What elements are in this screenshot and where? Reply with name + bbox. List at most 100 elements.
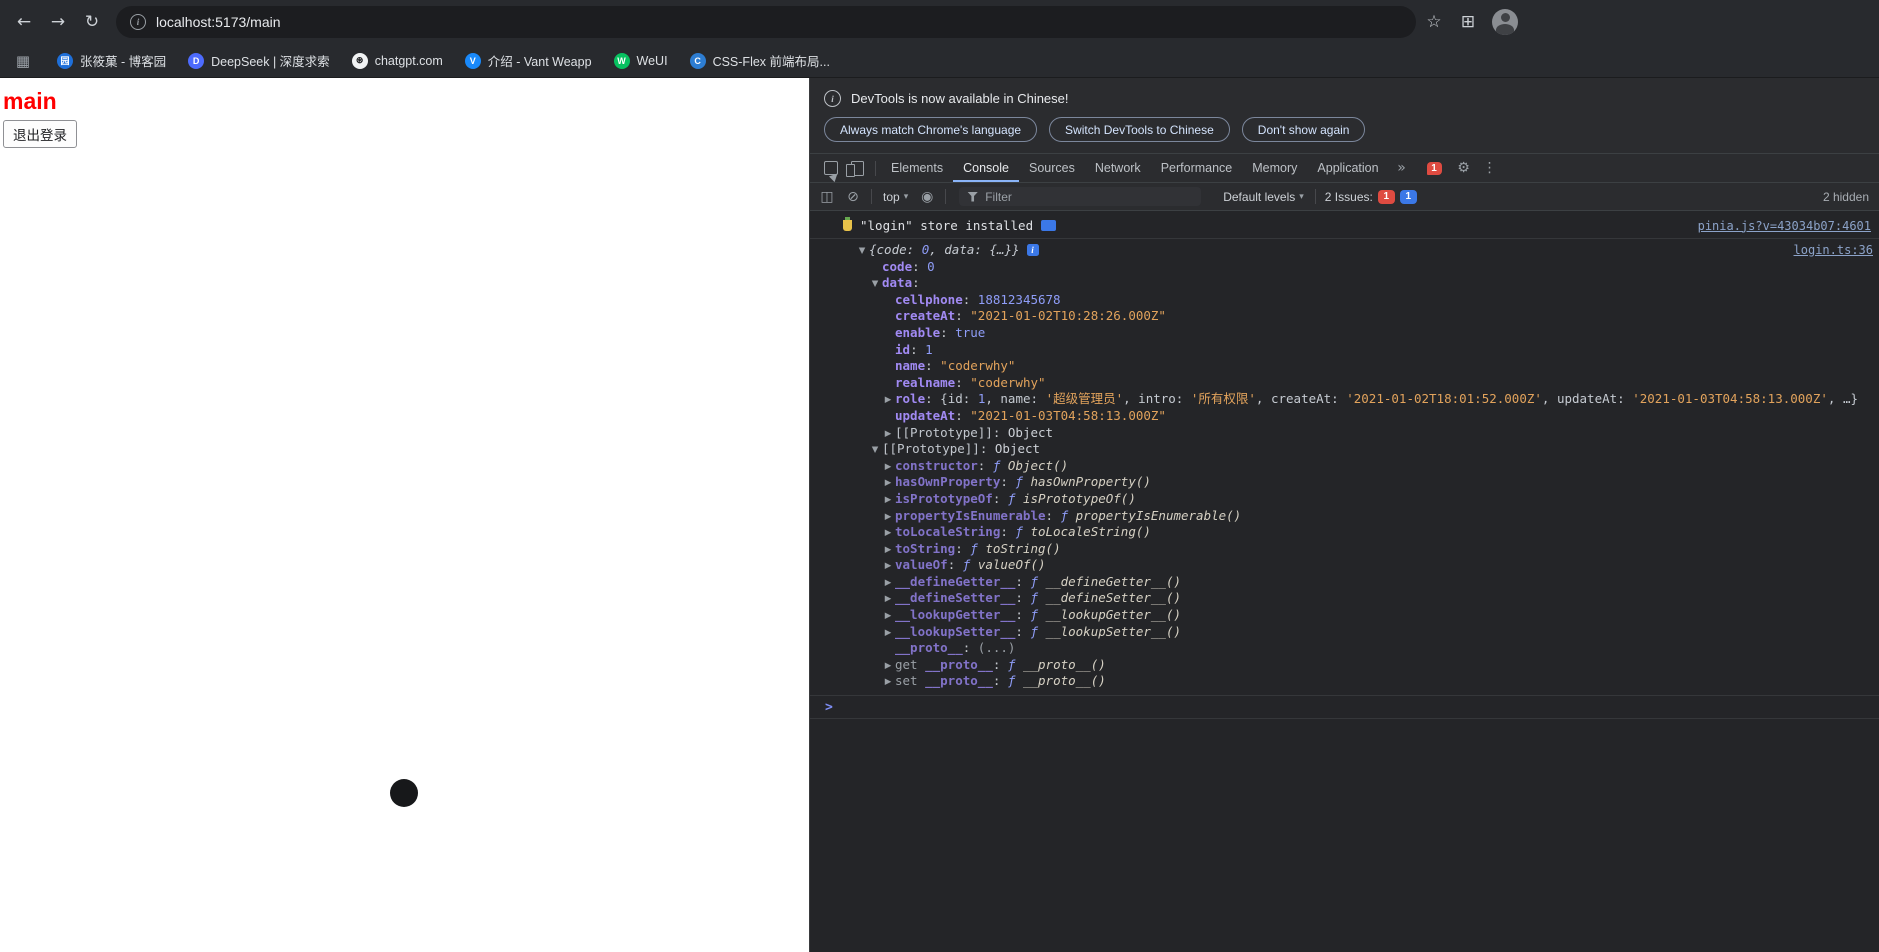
settings-gear-icon[interactable]: ⚙ bbox=[1451, 155, 1477, 181]
expand-arrow-icon[interactable]: ▶ bbox=[882, 591, 894, 607]
expand-arrow-icon[interactable]: ▶ bbox=[882, 658, 894, 674]
filter-input[interactable]: Filter bbox=[959, 187, 1202, 206]
divider bbox=[875, 160, 876, 176]
console-tree-row[interactable]: ▶ set __proto__: ƒ __proto__() bbox=[810, 673, 1879, 690]
console-source-link[interactable]: pinia.js?v=43034b07:4601 bbox=[1698, 219, 1871, 233]
infobar-button-switch-devtools-to-chinese[interactable]: Switch DevTools to Chinese bbox=[1049, 117, 1230, 142]
log-levels-dropdown[interactable]: Default levels ▾ bbox=[1217, 190, 1310, 204]
expand-arrow-icon[interactable]: ▶ bbox=[882, 459, 894, 475]
console-tree-row[interactable]: ▶ __lookupSetter__: ƒ __lookupSetter__() bbox=[810, 624, 1879, 641]
console-tree-row[interactable]: ▶ role: {id: 1, name: '超级管理员', intro: '所有… bbox=[810, 391, 1879, 408]
console-sidebar-icon[interactable]: ◫ bbox=[814, 184, 840, 210]
bookmarks-bar: ▦ 园张筱菓 - 博客园 D DeepSeek | 深度求索 ⊛ chatgpt.com… bbox=[0, 44, 1879, 78]
console-tree-row[interactable]: cellphone: 18812345678 bbox=[810, 292, 1879, 309]
bookmark-star-icon[interactable]: ☆ bbox=[1418, 6, 1450, 38]
devtools-tab-console[interactable]: Console bbox=[953, 154, 1019, 182]
devtools-tab-performance[interactable]: Performance bbox=[1151, 154, 1243, 182]
device-toolbar-icon[interactable] bbox=[844, 155, 870, 181]
extensions-puzzle-icon[interactable]: ⊞ bbox=[1452, 6, 1484, 38]
site-info-icon[interactable]: i bbox=[130, 14, 146, 30]
expand-arrow-icon[interactable]: ▶ bbox=[882, 674, 894, 690]
expand-arrow-icon[interactable]: ▶ bbox=[882, 475, 894, 491]
console-tree-row[interactable]: ▼ data: bbox=[810, 275, 1879, 292]
expand-arrow-icon[interactable]: ▶ bbox=[882, 492, 894, 508]
console-message-object[interactable]: ▼ {code: 0, data: {…}} i login.ts:36 code: 0… bbox=[810, 239, 1879, 697]
expand-arrow-icon[interactable]: ▶ bbox=[882, 509, 894, 525]
profile-avatar[interactable] bbox=[1492, 9, 1518, 35]
floating-widget-button[interactable] bbox=[390, 779, 418, 807]
console-tree-row[interactable]: realname: "coderwhy" bbox=[810, 375, 1879, 392]
bookmark-item[interactable]: ⊛ chatgpt.com bbox=[343, 49, 452, 73]
console-tree-row[interactable]: ▶ [[Prototype]]: Object bbox=[810, 425, 1879, 442]
console-tree-row[interactable]: enable: true bbox=[810, 325, 1879, 342]
bookmark-item[interactable]: C CSS-Flex 前端布局... bbox=[681, 47, 839, 74]
error-count-badge[interactable]: 1 bbox=[1426, 161, 1442, 175]
console-prompt[interactable]: > bbox=[810, 696, 1879, 720]
infobar-message: DevTools is now available in Chinese! bbox=[851, 91, 1069, 106]
console-tree-row[interactable]: ▶ __defineSetter__: ƒ __defineSetter__() bbox=[810, 590, 1879, 607]
expand-arrow-icon[interactable]: ▶ bbox=[882, 392, 894, 408]
console-tree-row[interactable]: ▶ toLocaleString: ƒ toLocaleString() bbox=[810, 524, 1879, 541]
devtools-tab-application[interactable]: Application bbox=[1307, 154, 1388, 182]
devtools-tab-elements[interactable]: Elements bbox=[881, 154, 953, 182]
console-tree-row[interactable]: name: "coderwhy" bbox=[810, 358, 1879, 375]
bookmark-item[interactable]: 园张筱菓 - 博客园 bbox=[48, 47, 175, 74]
console-tree-row[interactable]: ▶ __lookupGetter__: ƒ __lookupGetter__() bbox=[810, 607, 1879, 624]
console-tree-row[interactable]: ▶ valueOf: ƒ valueOf() bbox=[810, 557, 1879, 574]
expand-arrow-icon[interactable]: ▶ bbox=[882, 608, 894, 624]
devtools-tab-sources[interactable]: Sources bbox=[1019, 154, 1085, 182]
issues-info-badge[interactable]: 1 bbox=[1399, 189, 1417, 204]
collapse-arrow-icon[interactable]: ▼ bbox=[869, 442, 881, 458]
infobar-button-always-match-chrome-s-language[interactable]: Always match Chrome's language bbox=[824, 117, 1038, 142]
console-tree-row[interactable]: createAt: "2021-01-02T10:28:26.000Z" bbox=[810, 308, 1879, 325]
console-tree-row[interactable]: updateAt: "2021-01-03T04:58:13.000Z" bbox=[810, 408, 1879, 425]
console-log-row[interactable]: ▼ {code: 0, data: {…}} i login.ts:36 bbox=[810, 242, 1879, 259]
expand-arrow-icon[interactable]: ▶ bbox=[882, 558, 894, 574]
expand-arrow-icon[interactable]: ▶ bbox=[882, 542, 894, 558]
expand-arrow-icon[interactable]: ▶ bbox=[882, 625, 894, 641]
infobar-buttons: Always match Chrome's language Switch Dev… bbox=[824, 117, 1863, 142]
console-tree-row[interactable]: ▶ get __proto__: ƒ __proto__() bbox=[810, 657, 1879, 674]
expand-arrow-icon[interactable]: ▶ bbox=[882, 525, 894, 541]
console-message-pinia[interactable]: "login" store installed pinia.js?v=43034… bbox=[810, 213, 1879, 239]
bookmarks-list: 园张筱菓 - 博客园 D DeepSeek | 深度求索 ⊛ chatgpt.com V 介… bbox=[48, 47, 839, 74]
console-tree-row[interactable]: ▼ [[Prototype]]: Object bbox=[810, 441, 1879, 458]
live-expression-eye-icon[interactable]: ◉ bbox=[914, 184, 940, 210]
issues-label[interactable]: 2 Issues: bbox=[1325, 190, 1373, 204]
console-tree-row[interactable]: ▶ propertyIsEnumerable: ƒ propertyIsEnume… bbox=[810, 508, 1879, 525]
kebab-menu-icon[interactable]: ⋮ bbox=[1477, 155, 1503, 181]
bookmark-item[interactable]: D DeepSeek | 深度求索 bbox=[179, 47, 339, 74]
issues-error-badge[interactable]: 1 bbox=[1377, 189, 1395, 204]
bookmark-item[interactable]: V 介绍 - Vant Weapp bbox=[456, 47, 601, 74]
bookmark-item[interactable]: W WeUI bbox=[605, 49, 677, 73]
apps-grid-icon[interactable]: ▦ bbox=[10, 48, 36, 74]
console-tree-row[interactable]: ▶ isPrototypeOf: ƒ isPrototypeOf() bbox=[810, 491, 1879, 508]
console-tree-row[interactable]: code: 0 bbox=[810, 259, 1879, 276]
inspect-element-icon[interactable] bbox=[818, 155, 844, 181]
console-source-link[interactable]: login.ts:36 bbox=[1794, 242, 1873, 259]
console-tree-row[interactable]: ▶ toString: ƒ toString() bbox=[810, 541, 1879, 558]
console-tree-row[interactable]: id: 1 bbox=[810, 342, 1879, 359]
collapse-arrow-icon[interactable]: ▼ bbox=[869, 276, 881, 292]
clear-console-icon[interactable]: ⊘ bbox=[840, 184, 866, 210]
logout-button[interactable]: 退出登录 bbox=[3, 120, 77, 148]
reload-icon[interactable]: ↻ bbox=[76, 6, 108, 38]
console-tree-row[interactable]: __proto__: (...) bbox=[810, 640, 1879, 657]
expand-arrow-icon[interactable]: ▶ bbox=[882, 426, 894, 442]
bookmark-label: DeepSeek | 深度求索 bbox=[211, 55, 330, 69]
collapse-arrow-icon[interactable]: ▼ bbox=[856, 243, 868, 259]
address-bar[interactable]: i localhost:5173/main bbox=[116, 6, 1416, 38]
forward-icon[interactable]: → bbox=[42, 6, 74, 38]
devtools-tab-network[interactable]: Network bbox=[1085, 154, 1151, 182]
devtools-tab-memory[interactable]: Memory bbox=[1242, 154, 1307, 182]
expand-arrow-icon[interactable]: ▶ bbox=[882, 575, 894, 591]
hidden-messages-label[interactable]: 2 hidden bbox=[1823, 190, 1869, 204]
console-tree-row[interactable]: ▶ __defineGetter__: ƒ __defineGetter__() bbox=[810, 574, 1879, 591]
infobar-button-don-t-show-again[interactable]: Don't show again bbox=[1241, 117, 1366, 142]
console-tree-row[interactable]: ▶ hasOwnProperty: ƒ hasOwnProperty() bbox=[810, 474, 1879, 491]
context-selector[interactable]: top ▾ bbox=[877, 190, 914, 204]
more-tabs-icon[interactable]: » bbox=[1389, 155, 1415, 181]
back-icon[interactable]: ← bbox=[8, 6, 40, 38]
bookmark-favicon-icon: ⊛ bbox=[351, 52, 368, 69]
console-tree-row[interactable]: ▶ constructor: ƒ Object() bbox=[810, 458, 1879, 475]
